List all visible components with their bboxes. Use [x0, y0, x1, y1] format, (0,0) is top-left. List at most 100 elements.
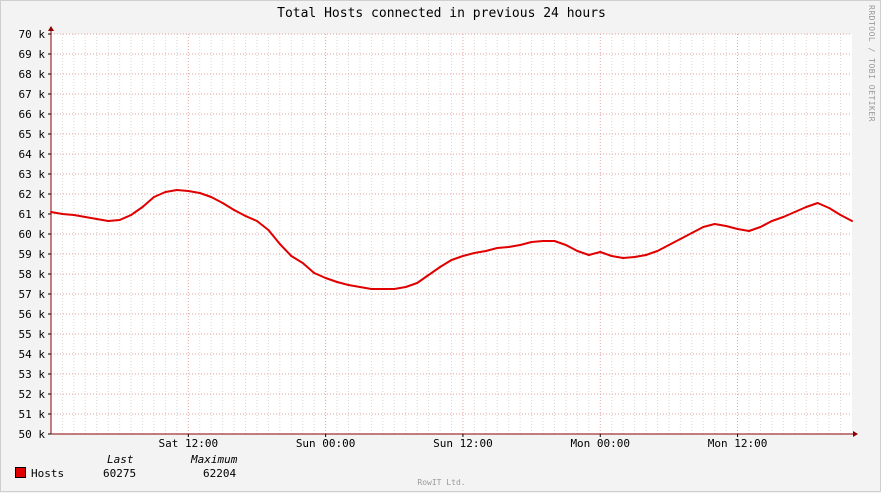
data-point [244, 215, 247, 217]
data-point [507, 246, 510, 248]
y-tick-label: 56 k [19, 308, 46, 321]
data-point [576, 250, 579, 252]
data-point [679, 238, 682, 240]
y-tick-label: 63 k [19, 168, 46, 181]
data-point [95, 218, 98, 220]
y-tick-label: 67 k [19, 88, 46, 101]
data-point [748, 230, 751, 232]
data-point [187, 190, 190, 192]
data-point [175, 189, 178, 191]
data-point [633, 256, 636, 258]
data-point [816, 202, 819, 204]
y-tick-label: 68 k [19, 68, 46, 81]
data-point [599, 251, 602, 253]
data-point [404, 286, 407, 288]
data-point [496, 247, 499, 249]
y-tick-label: 58 k [19, 268, 46, 281]
y-tick-label: 61 k [19, 208, 46, 221]
data-point [267, 229, 270, 231]
data-point [450, 259, 453, 261]
y-tick-label: 62 k [19, 188, 46, 201]
data-point [622, 257, 625, 259]
data-point [770, 220, 773, 222]
data-point [130, 214, 133, 216]
data-point [656, 250, 659, 252]
chart: 50 k 51 k 52 k 53 k 54 k 55 k 56 k 57 k 58 k 59 k… [19, 26, 858, 450]
x-tick-label: Sat 12:00 [159, 437, 219, 450]
x-tick-label: Mon 12:00 [708, 437, 768, 450]
y-axis-arrow [48, 26, 54, 31]
data-point [702, 226, 705, 228]
data-point [152, 196, 155, 198]
y-tick-label: 64 k [19, 148, 46, 161]
data-point [336, 281, 339, 283]
rrdtool-credit: RRDTOOL / TOBI OETIKER [867, 5, 876, 122]
data-point [198, 192, 201, 194]
data-point [50, 211, 52, 213]
y-tick-label: 50 k [19, 428, 46, 441]
data-point [553, 240, 556, 242]
data-point [839, 214, 842, 216]
data-point [690, 232, 693, 234]
data-point [725, 225, 728, 227]
y-tick-label: 54 k [19, 348, 46, 361]
data-point [759, 226, 762, 228]
y-tick-label: 70 k [19, 28, 46, 41]
footer-credit: RowIT Ltd. [417, 478, 466, 487]
data-point [564, 244, 567, 246]
data-point [851, 220, 853, 222]
data-point [61, 213, 64, 215]
data-point [530, 241, 533, 243]
data-point [667, 244, 670, 246]
y-tick-label: 66 k [19, 108, 46, 121]
data-point [587, 254, 590, 256]
data-point [416, 282, 419, 284]
data-point [164, 191, 167, 193]
data-point [290, 255, 293, 257]
chart-title: Total Hosts connected in previous 24 hou… [277, 6, 606, 21]
data-point [324, 277, 327, 279]
data-point [313, 272, 316, 274]
data-point [828, 207, 831, 209]
data-point [141, 206, 144, 208]
data-point [118, 219, 121, 221]
data-point [793, 211, 796, 213]
x-axis-arrow [853, 431, 858, 437]
legend-last-header: Last [107, 453, 134, 466]
x-tick-label: Sun 12:00 [433, 437, 493, 450]
data-point [278, 243, 281, 245]
data-point [72, 214, 75, 216]
data-point [782, 216, 785, 218]
data-point [461, 255, 464, 257]
data-point [347, 284, 350, 286]
data-point [484, 250, 487, 252]
data-point [519, 244, 522, 246]
data-point [358, 286, 361, 288]
data-point [301, 262, 304, 264]
y-tick-label: 60 k [19, 228, 46, 241]
data-point [473, 252, 476, 254]
data-point [233, 209, 236, 211]
y-tick-label: 69 k [19, 48, 46, 61]
data-point [107, 220, 110, 222]
y-tick-label: 52 k [19, 388, 46, 401]
data-point [221, 202, 224, 204]
data-point [84, 216, 87, 218]
y-tick-label: 65 k [19, 128, 46, 141]
data-point [713, 223, 716, 225]
data-point [645, 254, 648, 256]
y-tick-label: 55 k [19, 328, 46, 341]
data-point [736, 228, 739, 230]
graph-frame: 50 k 51 k 52 k 53 k 54 k 55 k 56 k 57 k 58 k 59 k… [0, 0, 881, 492]
legend-swatch [15, 467, 26, 478]
data-point [370, 288, 373, 290]
data-point [610, 255, 613, 257]
x-tick-label: Mon 00:00 [570, 437, 630, 450]
y-tick-label: 59 k [19, 248, 46, 261]
data-point [805, 206, 808, 208]
data-point [393, 288, 396, 290]
data-point [542, 240, 545, 242]
data-point [255, 220, 258, 222]
legend-max-header: Maximum [191, 453, 238, 466]
data-point [427, 274, 430, 276]
